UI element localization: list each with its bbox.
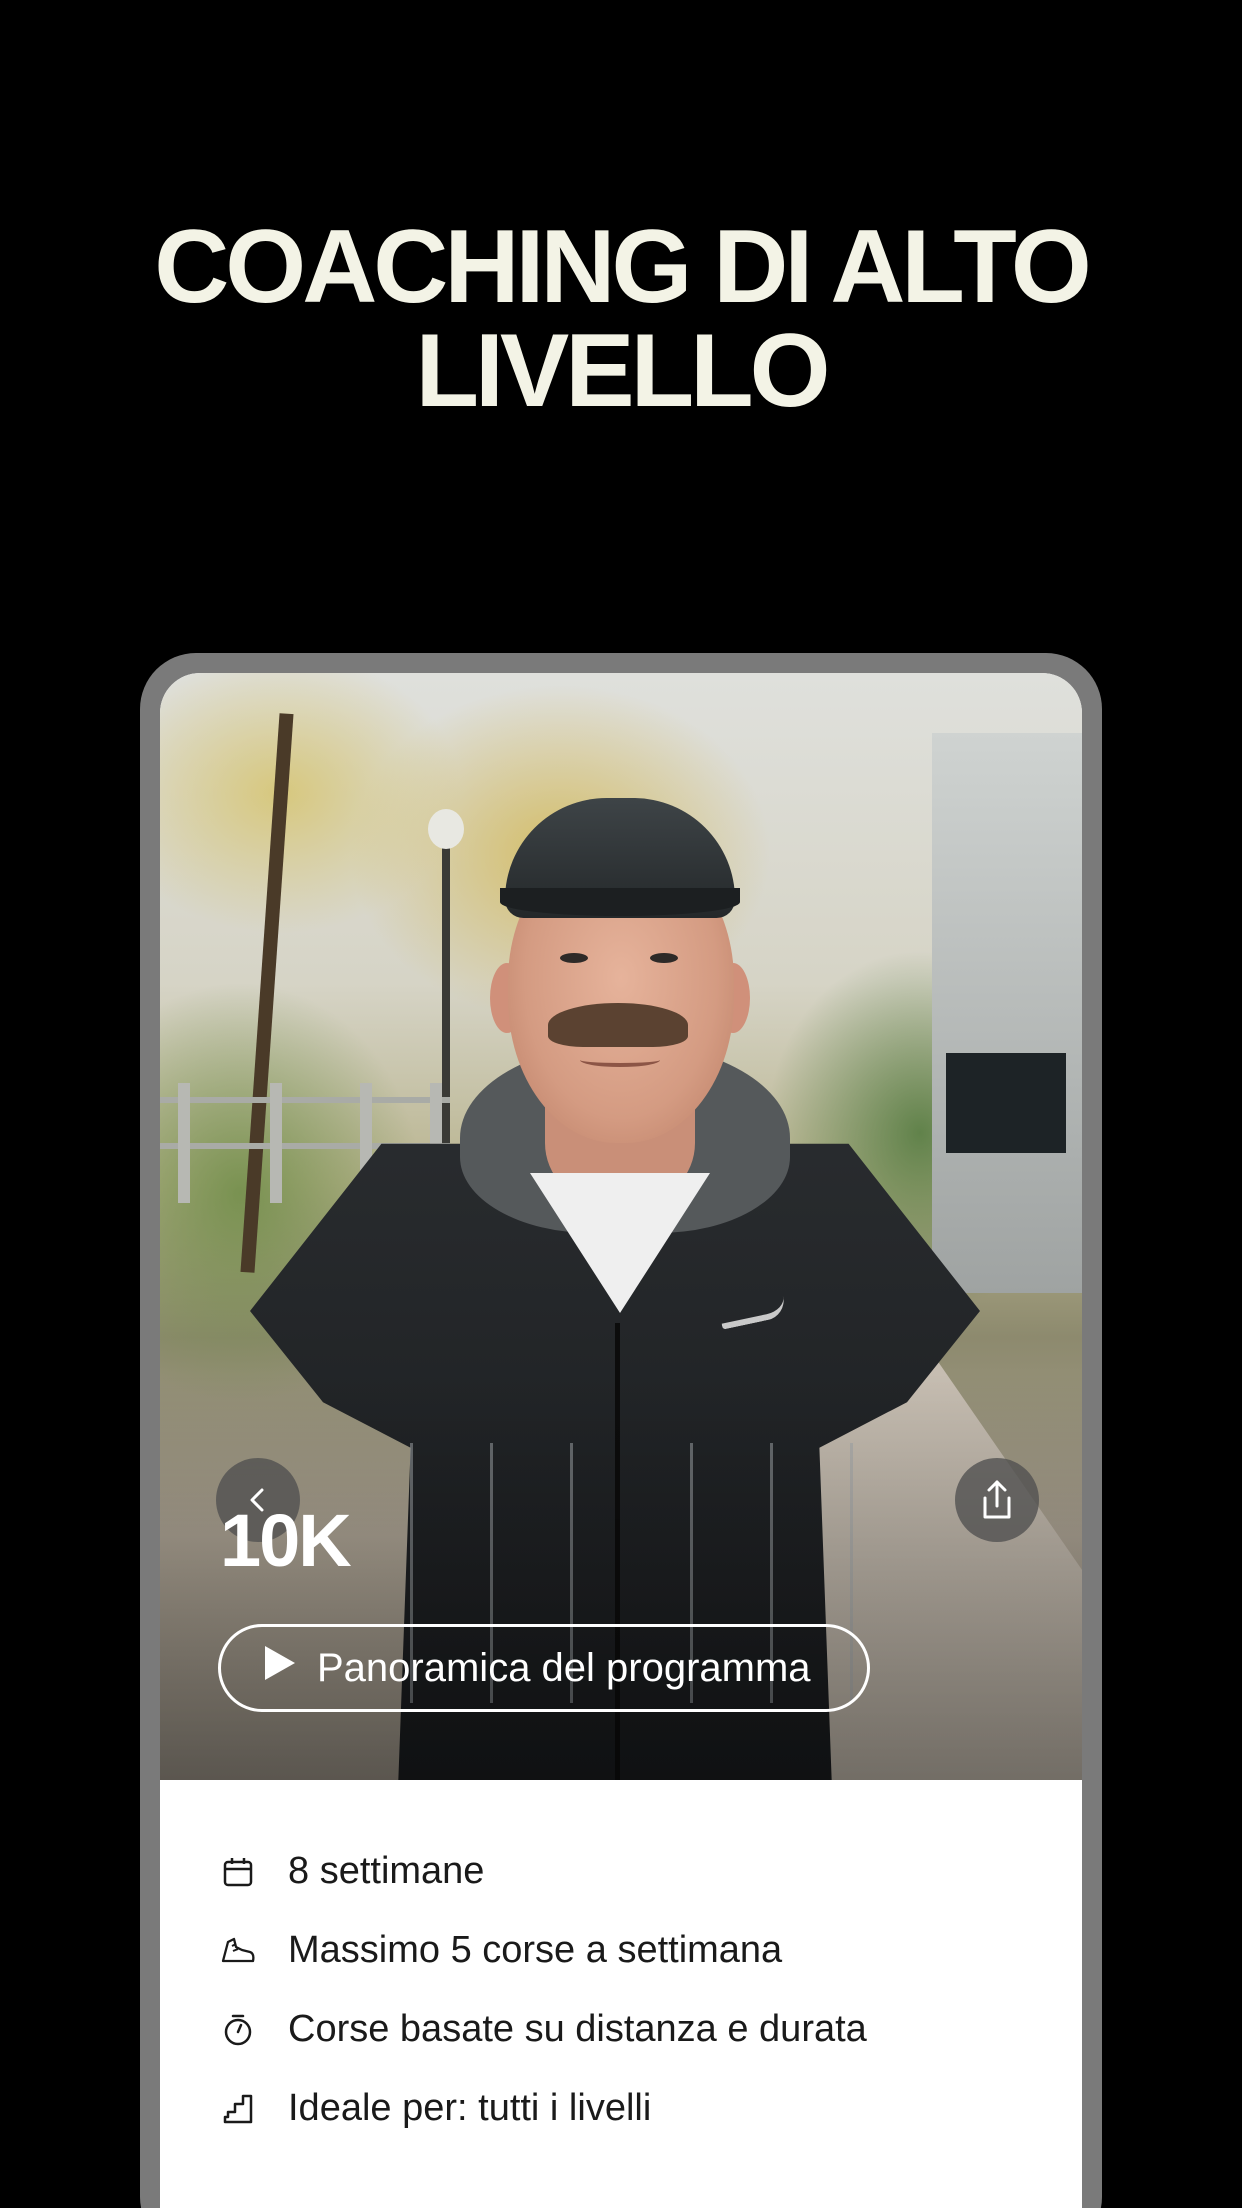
headline-line-2: LIVELLO (415, 313, 830, 429)
phone-screen: 10K Panoramica del programma 8 settimane… (160, 673, 1082, 2208)
hero-photo (160, 673, 1082, 1780)
plan-title: 10K (220, 1499, 352, 1582)
stairs-level-icon (220, 2091, 256, 2127)
program-details: 8 settimane Massimo 5 corse a settimana (160, 1780, 1082, 2208)
stopwatch-icon (220, 2012, 256, 2048)
share-icon (977, 1478, 1017, 1522)
phone-frame: 10K Panoramica del programma 8 settimane… (140, 653, 1102, 2208)
detail-duration: 8 settimane (160, 1832, 1082, 1911)
headline-line-1: COACHING DI ALTO (154, 209, 1092, 325)
detail-run-type: Corse basate su distanza e durata (160, 1990, 1082, 2069)
detail-level: Ideale per: tutti i livelli (160, 2069, 1082, 2148)
share-button[interactable] (955, 1458, 1039, 1542)
program-overview-label: Panoramica del programma (317, 1645, 811, 1690)
program-overview-button[interactable]: Panoramica del programma (218, 1624, 870, 1712)
calendar-icon (220, 1854, 256, 1890)
promo-headline: COACHING DI ALTO LIVELLO (0, 215, 1242, 423)
detail-runs-per-week: Massimo 5 corse a settimana (160, 1911, 1082, 1990)
detail-text: 8 settimane (288, 1850, 485, 1892)
detail-text: Corse basate su distanza e durata (288, 2008, 867, 2050)
detail-text: Massimo 5 corse a settimana (288, 1929, 783, 1971)
running-shoe-icon (220, 1933, 256, 1969)
app-store-screenshot: COACHING DI ALTO LIVELLO 10K Panoramica … (0, 0, 1242, 2208)
detail-text: Ideale per: tutti i livelli (288, 2087, 652, 2129)
play-icon (261, 1644, 297, 1692)
